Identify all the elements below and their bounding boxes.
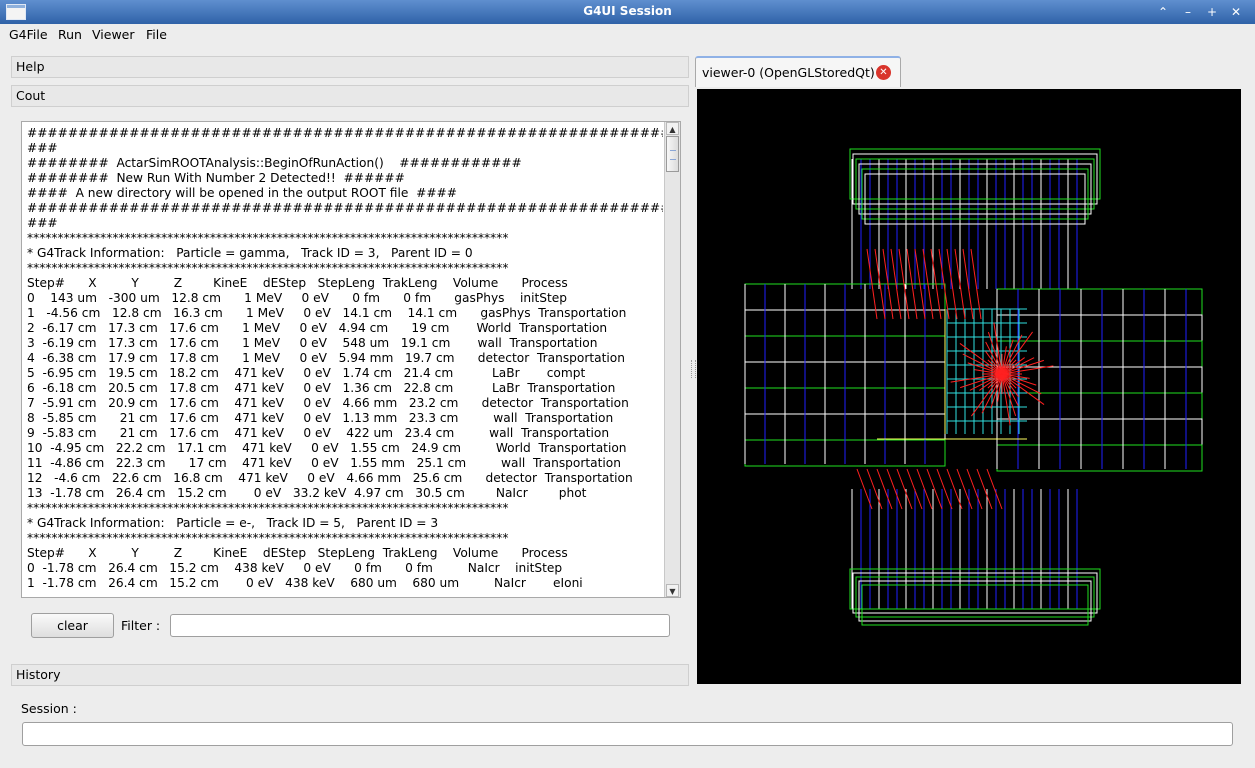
cout-line: 1 -1.78 cm 26.4 cm 15.2 cm 0 eV 438 keV …	[27, 576, 583, 590]
cout-line: * G4Track Information: Particle = e-, Tr…	[27, 516, 439, 530]
session-label: Session :	[21, 701, 77, 716]
cout-line: 13 -1.78 cm 26.4 cm 15.2 cm 0 eV 33.2 ke…	[27, 486, 587, 500]
menubar: G4File Run Viewer File	[0, 24, 1255, 46]
cout-line: 11 -4.86 cm 22.3 cm 17 cm 471 keV 0 eV 1…	[27, 456, 621, 470]
cout-scrollbar[interactable]: ▲ ▼	[664, 122, 680, 597]
cout-dock-header[interactable]: Cout	[11, 85, 689, 107]
cout-line: Step# X Y Z KineE dEStep StepLeng TrakLe…	[27, 546, 568, 560]
window-title: G4UI Session	[583, 4, 672, 18]
cout-line: 4 -6.38 cm 17.9 cm 17.8 cm 1 MeV 0 eV 5.…	[27, 351, 625, 365]
cout-text: ########################################…	[27, 126, 663, 592]
cout-line: 1 -4.56 cm 12.8 cm 16.3 cm 1 MeV 0 eV 14…	[27, 306, 627, 320]
cout-line: ###	[27, 216, 58, 230]
minimize-icon[interactable]: –	[1178, 3, 1198, 21]
close-tab-icon[interactable]: ✕	[876, 65, 891, 80]
scroll-up-icon[interactable]: ▲	[666, 122, 679, 135]
filter-input[interactable]	[170, 614, 670, 637]
menu-run[interactable]: Run	[58, 27, 82, 42]
cout-line: Step# X Y Z KineE dEStep StepLeng TrakLe…	[27, 276, 568, 290]
scroll-thumb[interactable]	[666, 136, 679, 172]
menu-file[interactable]: File	[146, 27, 167, 42]
cout-line: ###	[27, 141, 58, 155]
cout-line: ****************************************…	[27, 531, 509, 545]
detector-geometry-render	[744, 148, 1203, 626]
window-titlebar: G4UI Session ⌃ – + ✕	[0, 0, 1255, 24]
cout-line: 3 -6.19 cm 17.3 cm 17.6 cm 1 MeV 0 eV 54…	[27, 336, 598, 350]
cout-line: ######## ActarSimROOTAnalysis::BeginOfRu…	[27, 156, 522, 170]
cout-line: ****************************************…	[27, 501, 509, 515]
menu-g4file[interactable]: G4File	[9, 27, 48, 42]
cout-line: 2 -6.17 cm 17.3 cm 17.6 cm 1 MeV 0 eV 4.…	[27, 321, 608, 335]
shade-icon[interactable]: ⌃	[1153, 3, 1173, 21]
splitter-handle[interactable]	[691, 360, 696, 378]
cout-line: * G4Track Information: Particle = gamma,…	[27, 246, 473, 260]
session-command-input[interactable]	[22, 722, 1233, 746]
menu-viewer[interactable]: Viewer	[92, 27, 135, 42]
cout-output[interactable]: ########################################…	[21, 121, 681, 598]
cout-line: 12 -4.6 cm 22.6 cm 16.8 cm 471 keV 0 eV …	[27, 471, 633, 485]
cout-line: ######## New Run With Number 2 Detected!…	[27, 171, 405, 185]
help-dock-header[interactable]: Help	[11, 56, 689, 78]
tab-viewer-0[interactable]: viewer-0 (OpenGLStoredQt) ✕	[695, 56, 901, 87]
cout-line: 7 -5.91 cm 20.9 cm 17.6 cm 471 keV 0 eV …	[27, 396, 629, 410]
cout-line: ########################################…	[27, 201, 663, 215]
cout-line: ****************************************…	[27, 231, 509, 245]
maximize-icon[interactable]: +	[1202, 3, 1222, 21]
viewer-tab-label: viewer-0 (OpenGLStoredQt)	[702, 65, 875, 80]
scroll-down-icon[interactable]: ▼	[666, 584, 679, 597]
cout-line: 9 -5.83 cm 21 cm 17.6 cm 471 keV 0 eV 42…	[27, 426, 610, 440]
cout-line: 0 143 um -300 um 12.8 cm 1 MeV 0 eV 0 fm…	[27, 291, 568, 305]
filter-label: Filter :	[121, 618, 161, 633]
cout-dock-label: Cout	[16, 88, 46, 103]
cout-line: ****************************************…	[27, 261, 509, 275]
clear-button[interactable]: clear	[31, 613, 114, 638]
cout-line: 10 -4.95 cm 22.2 cm 17.1 cm 471 keV 0 eV…	[27, 441, 627, 455]
help-dock-label: Help	[16, 59, 45, 74]
cout-line: 6 -6.18 cm 20.5 cm 17.8 cm 471 keV 0 eV …	[27, 381, 616, 395]
cout-line: 5 -6.95 cm 19.5 cm 18.2 cm 471 keV 0 eV …	[27, 366, 586, 380]
history-dock-header[interactable]: History	[11, 664, 689, 686]
cout-line: ########################################…	[27, 126, 663, 140]
opengl-viewer[interactable]	[697, 89, 1241, 684]
cout-line: 0 -1.78 cm 26.4 cm 15.2 cm 438 keV 0 eV …	[27, 561, 563, 575]
close-window-icon[interactable]: ✕	[1226, 3, 1246, 21]
cout-line: #### A new directory will be opened in t…	[27, 186, 457, 200]
history-dock-label: History	[16, 667, 61, 682]
cout-line: 8 -5.85 cm 21 cm 17.6 cm 471 keV 0 eV 1.…	[27, 411, 614, 425]
